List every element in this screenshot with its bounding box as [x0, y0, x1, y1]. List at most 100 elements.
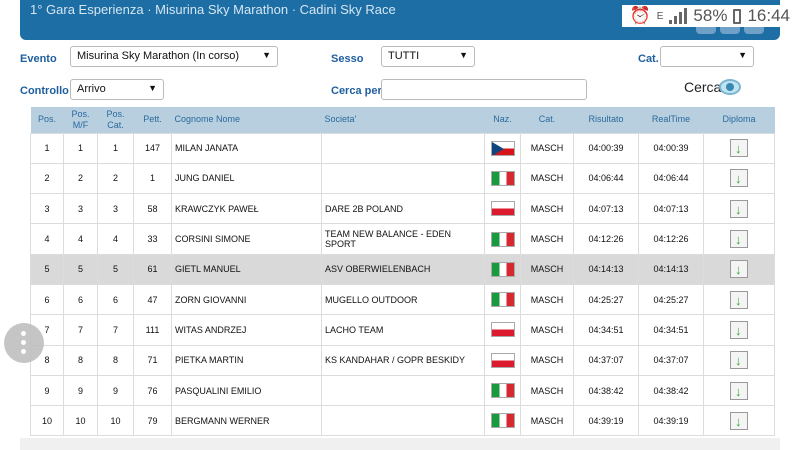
- cell-soc: ASV OBERWIELENBACH: [321, 253, 485, 285]
- table-row[interactable]: 7 7 7 111 WITAS ANDRZEJ LACHO TEAM MASCH 04:34:…: [30, 314, 775, 346]
- cell-cat: MASCH: [520, 374, 574, 407]
- cerca-button[interactable]: Cerca: [684, 79, 721, 95]
- table-row[interactable]: 10 10 10 79 BERGMANN WERNER MASCH 04:39:19 04:3…: [30, 405, 775, 437]
- download-diploma-icon[interactable]: [730, 320, 748, 339]
- cell-real: 04:34:51: [638, 314, 704, 346]
- cell-diploma: [703, 253, 775, 285]
- table-row[interactable]: 3 3 3 58 KRAWCZYK PAWEŁ DARE 2B POLAND MASCH 04…: [30, 193, 775, 225]
- col-pett[interactable]: Pett.: [133, 107, 172, 133]
- download-diploma-icon[interactable]: [730, 351, 748, 370]
- table-row[interactable]: 8 8 8 71 PIETKA MARTIN KS KANDAHAR / GOPR BES…: [30, 344, 775, 376]
- cat-label: Cat.: [638, 53, 659, 65]
- cell-real: 04:00:39: [638, 132, 704, 164]
- table-row[interactable]: 6 6 6 47 ZORN GIOVANNI MUGELLO OUTDOOR MASCH 04…: [30, 283, 775, 316]
- cell-pos: 10: [30, 405, 64, 437]
- chevron-down-icon: ▼: [148, 83, 157, 93]
- table-row[interactable]: 4 4 4 33 CORSINI SIMONE TEAM NEW BALANCE - ED…: [30, 223, 775, 255]
- flag-pl-icon: [490, 322, 515, 338]
- download-diploma-icon[interactable]: [730, 381, 748, 400]
- cell-diploma: [703, 283, 775, 316]
- cell-pett: 79: [133, 405, 172, 437]
- cell-pett: 33: [133, 223, 172, 255]
- search-input[interactable]: [381, 79, 587, 100]
- cell-poscat: 1: [97, 132, 134, 164]
- event-title-blurred: 1° Gara Esperienza · Misurina Sky Marath…: [30, 2, 396, 16]
- cell-naz: [484, 132, 521, 164]
- cell-poscat: 5: [97, 253, 134, 285]
- cell-name: PASQUALINI EMILIO: [171, 374, 322, 407]
- download-diploma-icon[interactable]: [730, 411, 748, 430]
- cell-pett: 147: [133, 132, 172, 164]
- evento-select-value: Misurina Sky Marathon (In corso): [77, 50, 239, 62]
- col-cat[interactable]: Cat.: [520, 107, 574, 133]
- cell-soc: KS KANDAHAR / GOPR BESKIDY: [321, 344, 485, 376]
- col-name[interactable]: Cognome Nome: [171, 107, 322, 133]
- cell-poscat: 2: [97, 162, 134, 195]
- cell-soc: LACHO TEAM: [321, 314, 485, 346]
- flag-pl-icon: [490, 352, 515, 368]
- table-row[interactable]: 9 9 9 76 PASQUALINI EMILIO MASCH 04:38:42 04:38…: [30, 374, 775, 407]
- flag-pl-icon: [490, 201, 515, 217]
- cell-pett: 111: [133, 314, 172, 346]
- download-diploma-icon[interactable]: [730, 230, 748, 249]
- flag-it-icon: [490, 231, 515, 247]
- cell-name: ZORN GIOVANNI: [171, 283, 322, 316]
- cell-naz: [484, 223, 521, 255]
- col-naz[interactable]: Naz.: [484, 107, 521, 133]
- cat-select[interactable]: ▼: [660, 46, 754, 67]
- cell-pos: 6: [30, 283, 64, 316]
- col-societa[interactable]: Societa': [321, 107, 485, 133]
- cell-naz: [484, 283, 521, 316]
- cell-pett: 58: [133, 193, 172, 225]
- download-diploma-icon[interactable]: [730, 260, 748, 279]
- cell-cat: MASCH: [520, 344, 574, 376]
- cell-soc: DARE 2B POLAND: [321, 193, 485, 225]
- cell-poscat: 6: [97, 283, 134, 316]
- cell-pett: 71: [133, 344, 172, 376]
- eye-icon[interactable]: [719, 79, 741, 95]
- table-row[interactable]: 5 5 5 61 GIETL MANUEL ASV OBERWIELENBACH MASCH…: [30, 253, 775, 285]
- cell-ris: 04:38:42: [573, 374, 639, 407]
- floating-menu-button[interactable]: [4, 323, 44, 363]
- download-diploma-icon[interactable]: [730, 139, 748, 158]
- col-risultato[interactable]: Risultato: [573, 107, 639, 133]
- chevron-down-icon: ▼: [738, 50, 747, 60]
- col-realtime[interactable]: RealTime: [638, 107, 704, 133]
- cell-name: JUNG DANIEL: [171, 162, 322, 195]
- cell-ris: 04:39:19: [573, 405, 639, 437]
- cell-pos: 3: [30, 193, 64, 225]
- cell-cat: MASCH: [520, 405, 574, 437]
- cell-naz: [484, 162, 521, 195]
- cell-name: PIETKA MARTIN: [171, 344, 322, 376]
- cell-diploma: [703, 223, 775, 255]
- cell-posmf: 7: [63, 314, 98, 346]
- sesso-select[interactable]: TUTTI ▼: [381, 46, 475, 67]
- alarm-icon: ⏰: [629, 6, 651, 25]
- download-diploma-icon[interactable]: [730, 169, 748, 188]
- cell-cat: MASCH: [520, 223, 574, 255]
- cell-posmf: 4: [63, 223, 98, 255]
- col-pos-mf[interactable]: Pos. M/F: [63, 107, 98, 133]
- cell-diploma: [703, 193, 775, 225]
- cell-cat: MASCH: [520, 314, 574, 346]
- cell-ris: 04:37:07: [573, 344, 639, 376]
- cell-ris: 04:12:26: [573, 223, 639, 255]
- download-diploma-icon[interactable]: [730, 199, 748, 218]
- cell-ris: 04:07:13: [573, 193, 639, 225]
- col-diploma[interactable]: Diploma: [703, 107, 775, 133]
- controllo-select[interactable]: Arrivo ▼: [70, 79, 164, 100]
- cell-real: 04:37:07: [638, 344, 704, 376]
- cell-diploma: [703, 374, 775, 407]
- download-diploma-icon[interactable]: [730, 290, 748, 309]
- cell-real: 04:14:13: [638, 253, 704, 285]
- cell-cat: MASCH: [520, 253, 574, 285]
- evento-select[interactable]: Misurina Sky Marathon (In corso) ▼: [70, 46, 278, 67]
- col-pos-cat[interactable]: Pos. Cat.: [97, 107, 134, 133]
- table-row[interactable]: 2 2 2 1 JUNG DANIEL MASCH 04:06:44 04:06:44: [30, 162, 775, 195]
- flag-it-icon: [490, 261, 515, 277]
- table-row[interactable]: 1 1 1 147 MILAN JANATA MASCH 04:00:39 04:00:39: [30, 132, 775, 164]
- cell-pett: 76: [133, 374, 172, 407]
- col-pos[interactable]: Pos.: [30, 107, 64, 133]
- cell-name: WITAS ANDRZEJ: [171, 314, 322, 346]
- controllo-select-value: Arrivo: [77, 83, 106, 95]
